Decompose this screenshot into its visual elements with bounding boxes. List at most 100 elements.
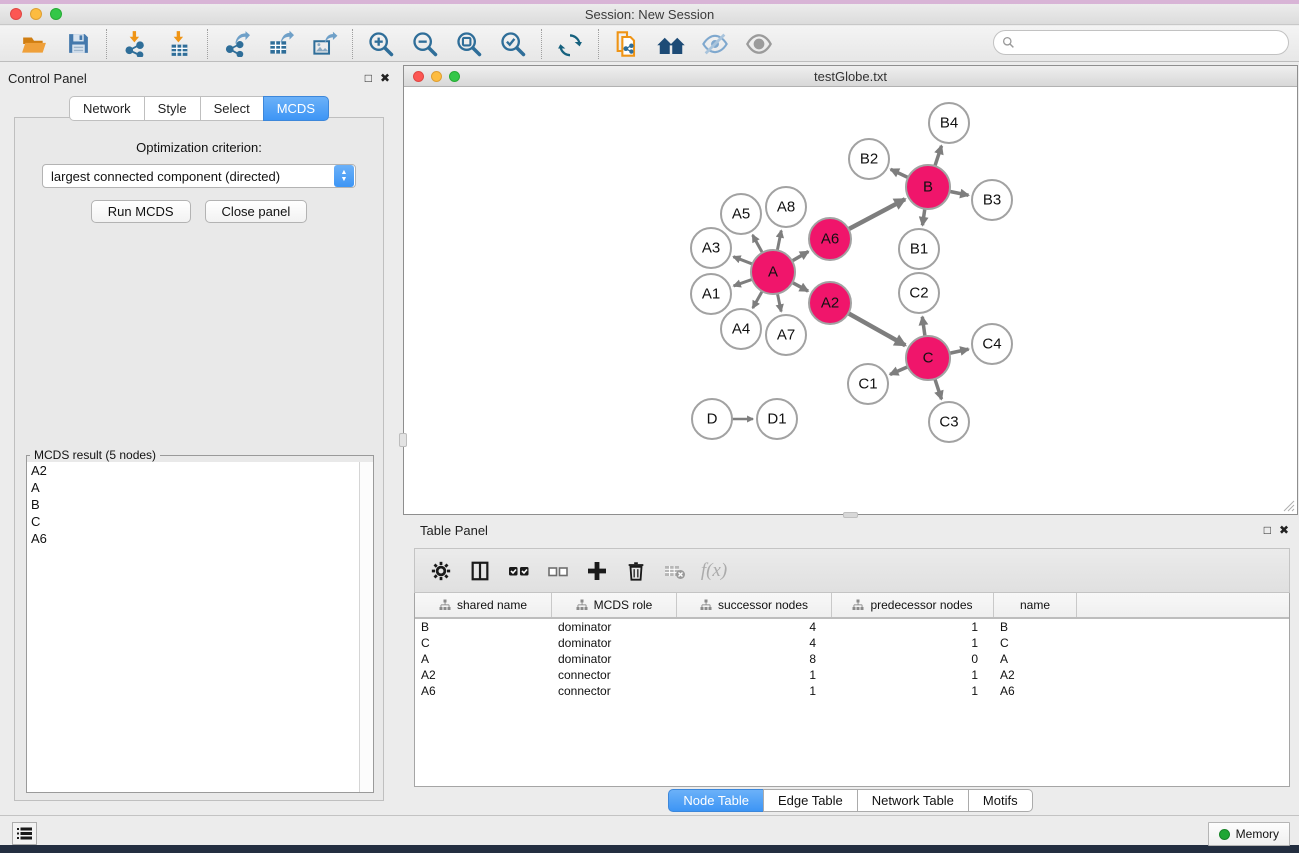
column-header-MCDS-role[interactable]: MCDS role — [552, 593, 677, 617]
control-tab-select[interactable]: Select — [200, 96, 263, 121]
result-item[interactable]: A2 — [27, 462, 359, 479]
close-panel-icon[interactable]: ✖ — [380, 71, 390, 85]
tab-edge-table[interactable]: Edge Table — [763, 789, 857, 812]
table-row[interactable]: A2connector11A2 — [415, 667, 1289, 683]
node-A2[interactable]: A2 — [809, 282, 851, 324]
delete-column-icon[interactable] — [620, 553, 652, 589]
node-C4[interactable]: C4 — [972, 324, 1012, 364]
node-A5[interactable]: A5 — [721, 194, 761, 234]
deselect-all-icon[interactable] — [542, 553, 574, 589]
result-item[interactable]: A6 — [27, 530, 359, 547]
result-item[interactable]: B — [27, 496, 359, 513]
column-header-shared-name[interactable]: shared name — [415, 593, 552, 617]
function-builder-icon[interactable]: f(x) — [698, 553, 730, 589]
tab-node-table[interactable]: Node Table — [668, 789, 763, 812]
float-table-panel-icon[interactable]: □ — [1264, 523, 1271, 537]
node-B[interactable]: B — [906, 165, 950, 209]
criterion-dropdown[interactable]: largest connected component (directed) ▲… — [42, 164, 356, 188]
control-tab-mcds[interactable]: MCDS — [263, 96, 329, 121]
table-row[interactable]: Cdominator41C — [415, 635, 1289, 651]
save-session-icon[interactable] — [60, 28, 96, 60]
export-table-icon[interactable] — [262, 28, 298, 60]
node-D1[interactable]: D1 — [757, 399, 797, 439]
network-graph[interactable]: B4 B2 B B3 B1C2 A5A8 A6 A3 A A1 A2 A4A7 C C4 C1 C3 D D1 — [404, 88, 1297, 514]
column-type-icon — [439, 599, 451, 611]
zoom-out-icon[interactable] — [407, 28, 443, 60]
show-columns-icon[interactable] — [464, 553, 496, 589]
node-table[interactable]: shared nameMCDS rolesuccessor nodesprede… — [414, 593, 1290, 787]
node-C2[interactable]: C2 — [899, 273, 939, 313]
show-graphics-details-icon[interactable] — [741, 28, 777, 60]
tab-motifs[interactable]: Motifs — [968, 789, 1033, 812]
column-header-predecessor-nodes[interactable]: predecessor nodes — [832, 593, 994, 617]
node-B1[interactable]: B1 — [899, 229, 939, 269]
control-tab-style[interactable]: Style — [144, 96, 200, 121]
table-panel-title: Table Panel — [420, 523, 488, 538]
splitter-handle-vertical[interactable] — [399, 433, 407, 447]
control-panel: Control Panel □ ✖ NetworkStyleSelectMCDS… — [8, 66, 390, 808]
delete-table-icon[interactable] — [659, 553, 691, 589]
node-D[interactable]: D — [692, 399, 732, 439]
search-input[interactable] — [1020, 35, 1288, 50]
add-column-icon[interactable] — [581, 553, 613, 589]
result-item[interactable]: C — [27, 513, 359, 530]
export-image-icon[interactable] — [306, 28, 342, 60]
open-session-icon[interactable] — [16, 28, 52, 60]
table-row[interactable]: Bdominator41B — [415, 619, 1289, 635]
zoom-selected-icon[interactable] — [495, 28, 531, 60]
export-network-icon[interactable] — [218, 28, 254, 60]
import-network-icon[interactable] — [117, 28, 153, 60]
hide-selected-icon[interactable] — [697, 28, 733, 60]
node-A6[interactable]: A6 — [809, 218, 851, 260]
resize-grip-icon[interactable] — [1282, 499, 1295, 512]
mcds-tab-content: Optimization criterion: largest connecte… — [14, 117, 384, 801]
memory-label: Memory — [1236, 827, 1279, 841]
network-window-titlebar[interactable]: testGlobe.txt — [404, 66, 1297, 87]
node-C3[interactable]: C3 — [929, 402, 969, 442]
mcds-result-title: MCDS result (5 nodes) — [30, 448, 160, 462]
import-table-icon[interactable] — [161, 28, 197, 60]
tab-network-table[interactable]: Network Table — [857, 789, 968, 812]
node-A7[interactable]: A7 — [766, 315, 806, 355]
criterion-dropdown-value: largest connected component (directed) — [43, 169, 334, 184]
cell-successor-nodes: 4 — [677, 635, 832, 651]
result-list-scrollbar[interactable] — [359, 462, 373, 792]
table-options-icon[interactable] — [425, 553, 457, 589]
table-row[interactable]: A6connector11A6 — [415, 683, 1289, 699]
node-A3[interactable]: A3 — [691, 228, 731, 268]
node-C[interactable]: C — [906, 336, 950, 380]
refresh-icon[interactable] — [552, 28, 588, 60]
node-A8[interactable]: A8 — [766, 187, 806, 227]
node-B4[interactable]: B4 — [929, 103, 969, 143]
control-tab-network[interactable]: Network — [69, 96, 144, 121]
node-A4[interactable]: A4 — [721, 309, 761, 349]
mcds-result-list[interactable]: A2ABCA6 — [27, 462, 359, 792]
node-A[interactable]: A — [751, 250, 795, 294]
float-panel-icon[interactable]: □ — [365, 71, 372, 85]
close-table-panel-icon[interactable]: ✖ — [1279, 523, 1289, 537]
first-neighbors-icon[interactable] — [653, 28, 689, 60]
cell-shared-name: B — [415, 619, 552, 635]
node-A1[interactable]: A1 — [691, 274, 731, 314]
task-history-button[interactable] — [12, 822, 37, 845]
zoom-fit-icon[interactable] — [451, 28, 487, 60]
cell-shared-name: C — [415, 635, 552, 651]
search-field[interactable] — [993, 30, 1289, 55]
table-row[interactable]: Adominator80A — [415, 651, 1289, 667]
select-all-icon[interactable] — [503, 553, 535, 589]
column-header-successor-nodes[interactable]: successor nodes — [677, 593, 832, 617]
network-canvas[interactable]: B4 B2 B B3 B1C2 A5A8 A6 A3 A A1 A2 A4A7 C C4 C1 C3 D D1 — [404, 88, 1297, 514]
zoom-in-icon[interactable] — [363, 28, 399, 60]
node-B2[interactable]: B2 — [849, 139, 889, 179]
memory-button[interactable]: Memory — [1208, 822, 1290, 846]
node-B3[interactable]: B3 — [972, 180, 1012, 220]
cell-shared-name: A2 — [415, 667, 552, 683]
table-panel-tabs: Node TableEdge TableNetwork TableMotifs — [403, 789, 1298, 812]
result-item[interactable]: A — [27, 479, 359, 496]
run-mcds-button[interactable]: Run MCDS — [91, 200, 191, 223]
svg-text:A6: A6 — [821, 231, 839, 248]
new-network-from-selection-icon[interactable] — [609, 28, 645, 60]
node-C1[interactable]: C1 — [848, 364, 888, 404]
close-panel-button[interactable]: Close panel — [205, 200, 308, 223]
column-header-name[interactable]: name — [994, 593, 1077, 617]
